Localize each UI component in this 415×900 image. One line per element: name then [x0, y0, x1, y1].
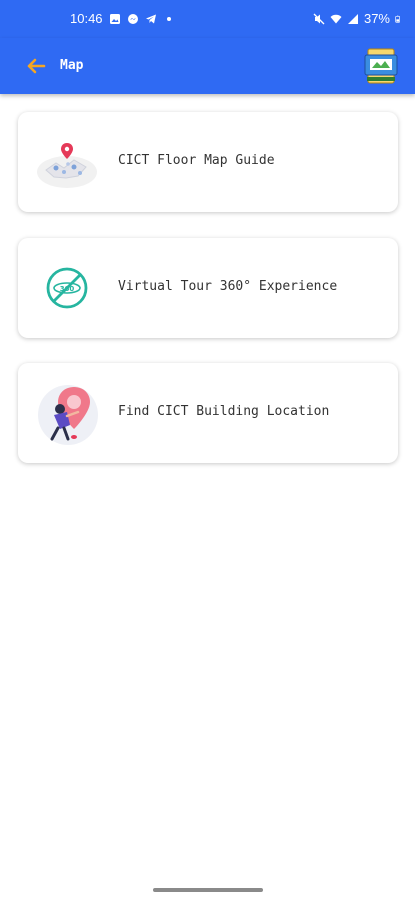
messenger-icon	[127, 13, 138, 24]
floor-map-icon	[37, 143, 97, 188]
tour-360-icon: 360	[46, 267, 88, 309]
status-time: 10:46	[70, 11, 103, 26]
card-label: CICT Floor Map Guide	[118, 153, 275, 168]
page-title: Map	[60, 58, 84, 73]
dot-icon	[166, 16, 171, 21]
gesture-navigation-handle[interactable]	[153, 888, 263, 892]
location-pin-icon	[38, 385, 98, 445]
signal-icon	[347, 13, 358, 24]
cict-logo-icon[interactable]	[361, 46, 401, 86]
svg-text:360: 360	[60, 285, 75, 293]
battery-text: 37%	[363, 11, 390, 26]
card-building-location[interactable]: Find CICT Building Location	[18, 363, 398, 463]
card-label: Virtual Tour 360° Experience	[118, 279, 338, 294]
battery-icon	[395, 15, 400, 23]
telegram-icon	[145, 14, 156, 23]
arrow-left-icon[interactable]	[22, 52, 50, 80]
gallery-icon	[109, 13, 120, 24]
wifi-icon	[330, 14, 342, 23]
card-label: Find CICT Building Location	[118, 404, 330, 419]
status-bar: 10:46 37%	[0, 0, 415, 38]
app-bar: Map	[0, 38, 415, 94]
card-floor-map-guide[interactable]: CICT Floor Map Guide	[18, 112, 398, 212]
card-virtual-tour[interactable]: 360 Virtual Tour 360° Experience	[18, 238, 398, 338]
status-left: 10:46	[70, 11, 175, 26]
status-right: 37%	[313, 11, 403, 26]
mute-icon	[313, 13, 325, 24]
